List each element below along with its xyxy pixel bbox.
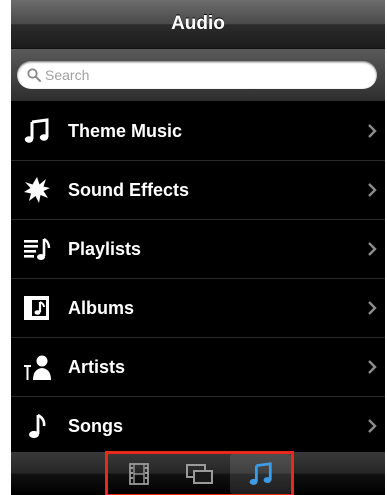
list-item-label: Artists (68, 357, 126, 377)
audio-category-list: Theme Music Sound Effects Playlists Albu… (11, 102, 385, 456)
tab-video[interactable] (108, 454, 169, 494)
tab-audio[interactable] (230, 454, 291, 494)
list-item-label: Playlists (68, 239, 142, 259)
list-item-label: Sound Effects (68, 180, 190, 200)
music-note-icon (24, 118, 49, 143)
tab-bar (11, 451, 385, 495)
chevron-right-icon (368, 301, 377, 315)
list-item-songs[interactable]: Songs (11, 397, 385, 456)
list-item-label: Songs (68, 416, 124, 436)
windows-icon (185, 464, 213, 484)
chevron-right-icon (368, 242, 377, 256)
list-item-label: Theme Music (68, 121, 183, 141)
list-item-sound-effects[interactable]: Sound Effects (11, 161, 385, 220)
chevron-right-icon (368, 419, 377, 433)
single-note-icon (29, 413, 46, 439)
chevron-right-icon (368, 360, 377, 374)
list-item-artists[interactable]: Artists (11, 338, 385, 397)
list-item-albums[interactable]: Albums (11, 279, 385, 338)
search-field[interactable] (17, 61, 377, 89)
tab-highlight-box (105, 451, 294, 495)
search-input[interactable] (45, 65, 365, 85)
search-icon (27, 68, 41, 82)
page-title: Audio (171, 13, 225, 34)
artist-icon (24, 355, 51, 380)
playlist-icon (24, 237, 51, 260)
album-icon (24, 296, 49, 320)
film-icon (128, 463, 149, 485)
list-item-theme-music[interactable]: Theme Music (11, 102, 385, 161)
list-item-label: Albums (68, 298, 135, 318)
search-bar (11, 49, 385, 102)
chevron-right-icon (368, 183, 377, 197)
app-screen: Audio Theme Music (11, 0, 385, 495)
chevron-right-icon (368, 124, 377, 138)
tab-windows[interactable] (169, 454, 230, 494)
burst-icon (24, 177, 50, 203)
navigation-bar: Audio (11, 0, 385, 49)
list-item-playlists[interactable]: Playlists (11, 220, 385, 279)
music-note-icon (249, 462, 272, 485)
